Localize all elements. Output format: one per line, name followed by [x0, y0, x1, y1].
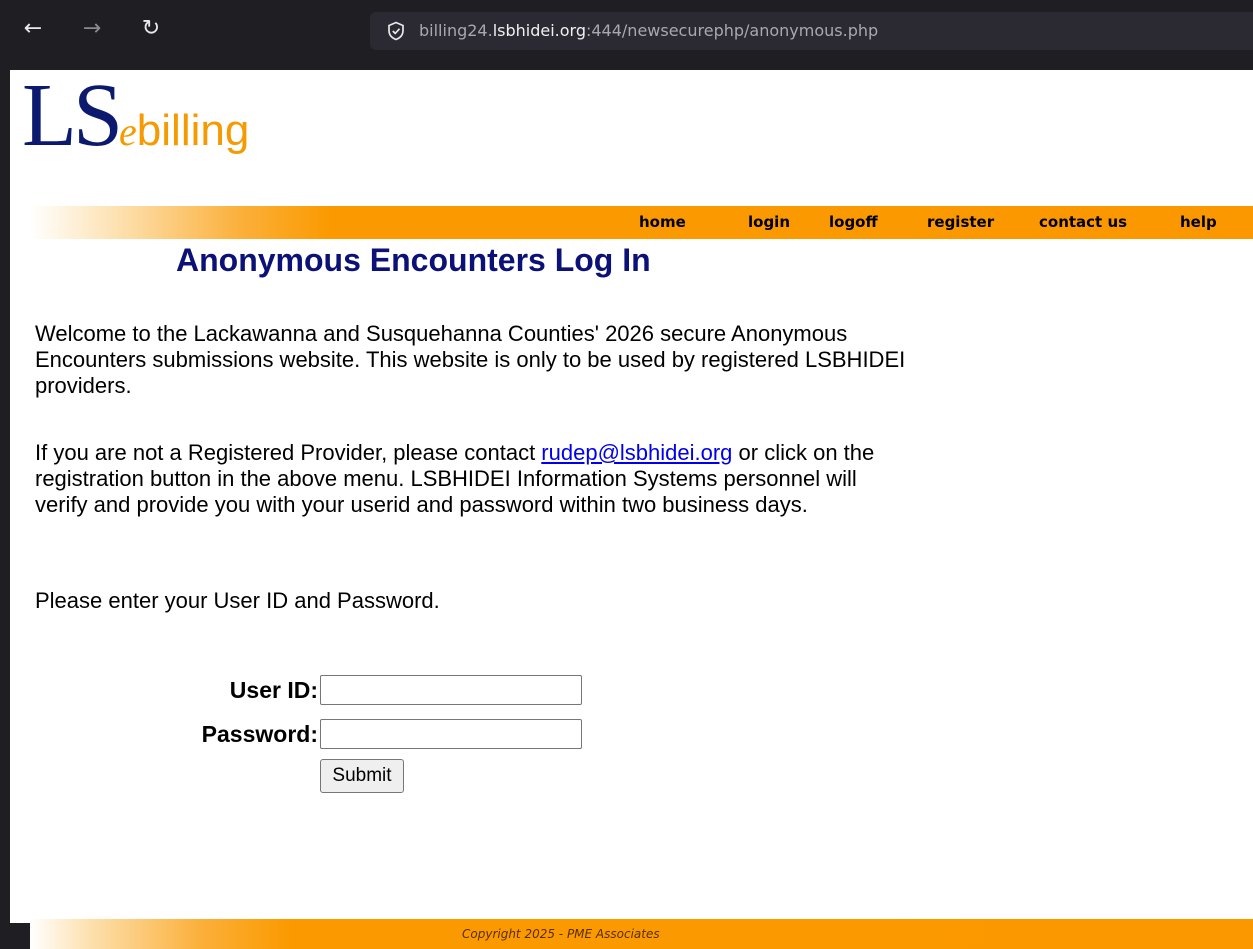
logo-ls: LS — [22, 66, 123, 165]
login-instruction: Please enter your User ID and Password. — [35, 588, 440, 613]
main-navigation: home login logoff register contact us he… — [30, 206, 1253, 239]
submit-button[interactable]: Submit — [320, 759, 404, 793]
url-domain: lsbhidei.org — [492, 21, 586, 40]
page-title: Anonymous Encounters Log In — [176, 242, 651, 278]
user-id-input[interactable] — [320, 675, 582, 705]
browser-toolbar: ← → ↻ billing24.lsbhidei.org:444/newsecu… — [0, 0, 1253, 70]
logo-e: e — [119, 109, 137, 154]
nav-home-link[interactable]: home — [639, 213, 686, 231]
back-arrow-icon[interactable]: ← — [18, 14, 48, 44]
forward-arrow-icon[interactable]: → — [77, 14, 107, 44]
registration-paragraph: If you are not a Registered Provider, pl… — [35, 440, 915, 518]
url-prefix: billing24. — [419, 21, 493, 40]
copyright-text: Copyright 2025 - PME Associates — [462, 927, 660, 941]
welcome-paragraph: Welcome to the Lackawanna and Susquehann… — [35, 321, 906, 398]
web-page: LSebilling home login logoff register co… — [10, 66, 1253, 949]
shield-icon — [388, 21, 404, 41]
reload-icon[interactable]: ↻ — [136, 14, 166, 44]
contact-text-before: If you are not a Registered Provider, pl… — [35, 440, 542, 465]
url-suffix: :444/newsecurephp/anonymous.php — [585, 21, 879, 40]
password-input[interactable] — [320, 719, 582, 749]
nav-logoff-link[interactable]: logoff — [829, 213, 878, 231]
nav-login-link[interactable]: login — [748, 213, 790, 231]
nav-register-link[interactable]: register — [927, 213, 994, 231]
logo-billing: billing — [136, 106, 250, 155]
user-id-label: User ID: — [229, 677, 318, 703]
nav-help-link[interactable]: help — [1180, 213, 1217, 231]
url-text: billing24.lsbhidei.org:444/newsecurephp/… — [419, 21, 878, 40]
password-label: Password: — [201, 721, 318, 747]
address-bar[interactable]: billing24.lsbhidei.org:444/newsecurephp/… — [370, 12, 1253, 50]
contact-email-link[interactable]: rudep@lsbhidei.org — [541, 440, 732, 465]
footer-bar: Copyright 2025 - PME Associates — [30, 919, 1253, 949]
nav-contact-us-link[interactable]: contact us — [1039, 213, 1127, 231]
ls-ebilling-logo[interactable]: LSebilling — [22, 64, 249, 174]
